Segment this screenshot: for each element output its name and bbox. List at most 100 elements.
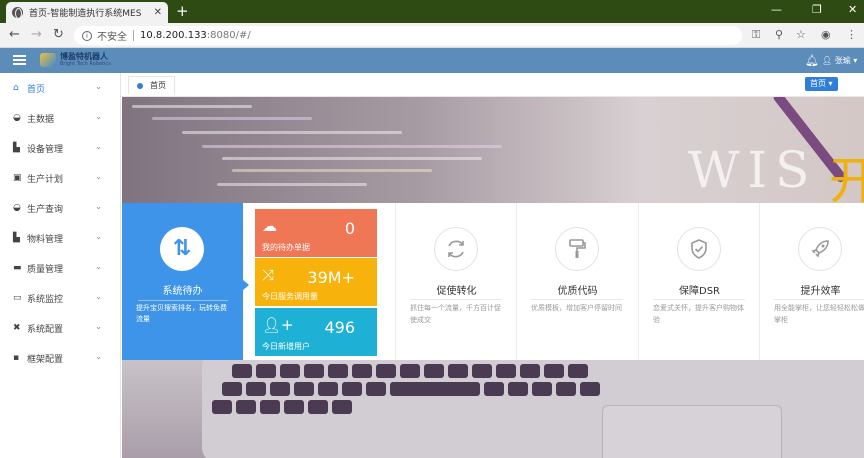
sidebar-item-label: 系统配置 [27,324,64,335]
sidebar-item-production-query[interactable]: ◒ 生产查询 ⌄ [0,193,120,223]
cart-icon: ▙ [13,143,20,153]
keyboard-key [236,400,256,414]
sidebar: ⌂ 首页 ⌄ ◒ 主数据 ⌄ ▙ 设备管理 ⌄ ▣ 生产计划 ⌄ ◒ 生产查询 ⌄ ▙ 物料管理 ⌄ ▬… [0,73,121,458]
logo: 博盈特机器人 Bright Tech Robotics [40,52,111,67]
info-icon[interactable]: i [82,30,92,41]
sidebar-item-label: 质量管理 [27,264,64,275]
keyboard-key [280,364,300,378]
sidebar-item-home[interactable]: ⌂ 首页 ⌄ [0,73,120,103]
keyboard-key [376,364,396,378]
stat-value: 39M+ [307,268,355,287]
new-tab-button[interactable]: + [176,3,189,19]
logo-mark [40,52,56,67]
laptop-decoration [202,360,864,458]
chevron-down-icon: ⌄ [95,142,102,151]
forward-icon[interactable]: → [31,27,42,43]
keyboard-key [544,364,564,378]
stat-card-new-users[interactable]: 👤︎+ 496 今日新增用户 [255,308,377,356]
divider [774,299,864,300]
banner-wis-text: WIS [688,141,818,199]
chevron-down-icon: ⌄ [95,202,102,211]
user-name: 张瑜 [834,56,851,65]
stat-value: 496 [324,318,355,337]
account-icon[interactable]: ◉ [821,28,831,41]
zoom-icon[interactable]: ⚲ [775,28,783,41]
bell-icon[interactable]: 🔔︎ [805,54,819,67]
sidebar-item-label: 主数据 [27,114,55,125]
code-line [152,117,312,120]
url-bar[interactable]: i 不安全 10.8.200.133 :8080/#/ [74,26,742,45]
feature-title: 保障DSR [679,286,720,297]
feature-card-efficiency[interactable]: 提升效率 用全能掌柜，让您轻轻松松做掌柜 [759,203,864,360]
stat-card-pending-docs[interactable]: ☁ 0 我的待办单据 [255,209,377,257]
refresh-icon [434,227,478,271]
reload-icon[interactable]: ↻ [53,27,64,43]
stat-card-service-calls[interactable]: ⤨ 39M+ 今日服务调用量 [255,258,377,306]
keyboard-key [342,382,362,396]
keyboard-key [260,400,280,414]
todo-panel[interactable]: ⇅ 系统待办 提升宝贝搜索排名，玩转免费流量 [122,203,249,360]
chevron-down-icon: ⌄ [95,262,102,271]
feature-card-conversion[interactable]: 促使转化 抓住每一个流量，千方百计促使成交 [395,203,516,360]
stat-label: 今日服务调用量 [262,292,318,301]
updown-arrows-icon: ⇅ [160,227,204,271]
keyboard-key [256,364,276,378]
rocket-icon [798,227,842,271]
sidebar-item-production-plan[interactable]: ▣ 生产计划 ⌄ [0,163,120,193]
url-path: :8080/#/ [206,30,251,41]
car-icon: ▣ [13,173,22,183]
restore-button[interactable]: ❐ [812,3,822,16]
feature-card-quality-code[interactable]: 优质代码 优质模板，增加客户停留时间 [516,203,637,360]
keyboard-key [568,364,588,378]
sidebar-item-monitor[interactable]: ▭ 系统监控 ⌄ [0,283,120,313]
url-host: 10.8.200.133 [140,30,207,41]
feature-title: 提升效率 [800,286,841,297]
sidebar-item-equipment[interactable]: ▙ 设备管理 ⌄ [0,133,120,163]
browser-tab-strip: 首页-智能制造执行系统MES ✕ + — ❐ ✕ [0,0,864,23]
logo-subtitle: Bright Tech Robotics [60,61,111,67]
star-icon[interactable]: ☆ [796,28,806,41]
cloud-upload-icon: ☁ [262,217,277,235]
sidebar-item-framework-config[interactable]: ▪ 框架配置 ⌄ [0,343,120,373]
code-line [182,131,402,134]
user-menu[interactable]: 👤︎ 张瑜 ▾ [822,55,857,66]
minimize-button[interactable]: — [771,3,782,16]
logo-text: 博盈特机器人 [60,52,108,61]
layout-icon: ▪ [13,353,20,363]
keyboard-key [304,364,324,378]
chevron-down-icon: ⌄ [95,232,102,241]
home-dropdown-button[interactable]: 首页 ▾ [805,77,838,91]
sidebar-item-label: 设备管理 [27,144,64,155]
window-close-button[interactable]: ✕ [848,3,857,16]
tab-close-icon[interactable]: ✕ [154,7,162,18]
keyboard-key [308,400,328,414]
feature-description: 恋爱式关怀，提升客户购物体验 [653,304,744,324]
browser-tab[interactable]: 首页-智能制造执行系统MES ✕ [6,2,168,23]
sidebar-item-material[interactable]: ▙ 物料管理 ⌄ [0,223,120,253]
feature-title: 促使转化 [436,286,477,297]
key-icon[interactable]: ⚿ [752,28,760,42]
keyboard-key [400,364,420,378]
stat-value: 0 [344,219,355,238]
sidebar-item-label: 系统监控 [27,294,64,305]
cart-icon: ▙ [13,233,20,243]
sidebar-item-quality[interactable]: ▬ 质量管理 ⌄ [0,253,120,283]
feature-card-dsr[interactable]: 保障DSR 恋爱式关怀，提升客户购物体验 [638,203,759,360]
keyboard-key [328,364,348,378]
keyboard-key [472,364,492,378]
sidebar-item-label: 首页 [27,84,46,95]
sidebar-item-master-data[interactable]: ◒ 主数据 ⌄ [0,103,120,133]
hamburger-menu-icon[interactable] [13,55,26,66]
menu-dots-icon[interactable]: ⋮ [846,28,857,41]
divider [410,299,502,300]
back-icon[interactable]: ← [9,27,20,43]
keyboard-key [212,400,232,414]
banner-image-top: WIS 开 [122,97,864,203]
feature-description: 抓住每一个流量，千方百计促使成交 [410,304,501,324]
chevron-down-icon: ⌄ [95,322,102,331]
tab-home[interactable]: 首页 [128,76,175,94]
paint-roller-icon [555,227,599,271]
keyboard-key [270,382,290,396]
sidebar-item-system-config[interactable]: ✖ 系统配置 ⌄ [0,313,120,343]
chevron-down-icon: ⌄ [95,82,102,91]
